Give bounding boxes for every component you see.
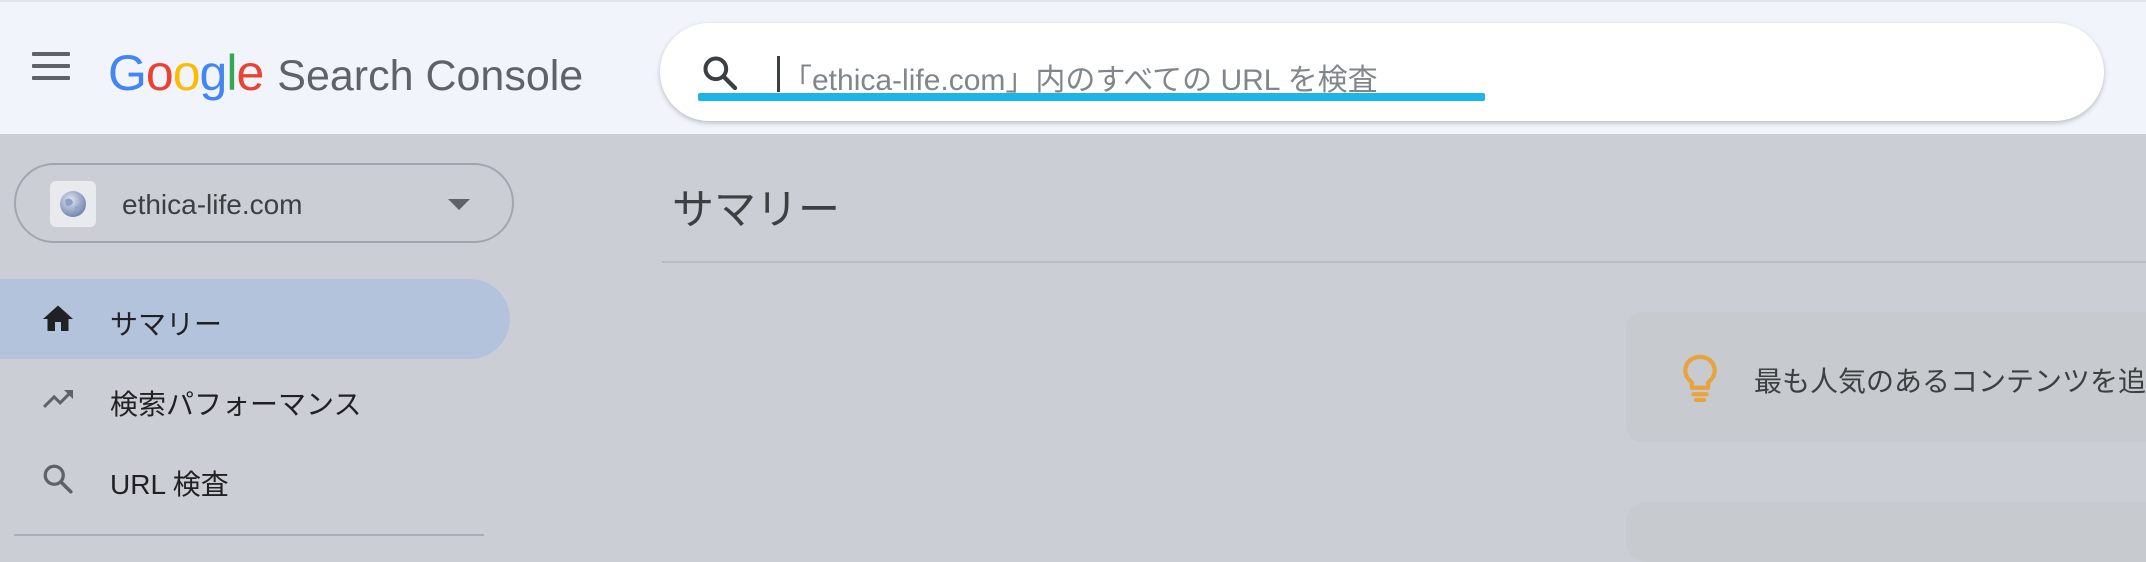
logo-letter: e [236, 45, 264, 101]
lightbulb-icon [1683, 354, 1717, 403]
sidebar-item-search-performance[interactable]: 検索パフォーマンス [0, 359, 510, 439]
summary-card [1626, 502, 2146, 562]
property-selector[interactable]: ethica-life.com [14, 163, 514, 243]
text-cursor [777, 56, 780, 92]
globe-icon [50, 181, 96, 227]
top-app-bar: Google Search Console 「ethica-life.com」内… [0, 0, 2146, 134]
google-wordmark: Google [108, 44, 264, 102]
sidebar-divider [14, 534, 484, 536]
trending-up-icon [43, 390, 73, 408]
property-name: ethica-life.com [122, 189, 303, 220]
sidebar-item-summary[interactable]: サマリー [0, 279, 510, 359]
logo-letter: g [199, 45, 228, 101]
sidebar-item-label: サマリー [110, 309, 223, 340]
tip-text: 最も人気のあるコンテンツを追 [1754, 366, 2146, 397]
search-icon [43, 464, 73, 494]
page-title: サマリー [672, 186, 841, 233]
title-divider [662, 261, 2146, 263]
highlight-underline [698, 93, 1485, 101]
tip-card[interactable]: 最も人気のあるコンテンツを追 [1626, 312, 2146, 442]
sidebar-item-label: 検索パフォーマンス [110, 389, 362, 420]
logo-letter: l [226, 45, 237, 101]
product-name: Search Console [277, 52, 584, 100]
sidebar-item-label: URL 検査 [110, 469, 229, 500]
search-icon[interactable] [700, 53, 740, 93]
logo-letter: o [172, 45, 201, 101]
logo-letter: o [145, 45, 174, 101]
search-console-logo[interactable]: Google Search Console [108, 44, 584, 102]
home-icon [43, 305, 73, 331]
caret-down-icon[interactable] [448, 199, 470, 210]
sidebar-item-url-inspection[interactable]: URL 検査 [0, 439, 510, 519]
logo-letter: G [108, 45, 147, 101]
url-inspection-search-box[interactable]: 「ethica-life.com」内のすべての URL を検査 [660, 23, 2104, 121]
hamburger-menu-icon[interactable] [32, 52, 74, 86]
